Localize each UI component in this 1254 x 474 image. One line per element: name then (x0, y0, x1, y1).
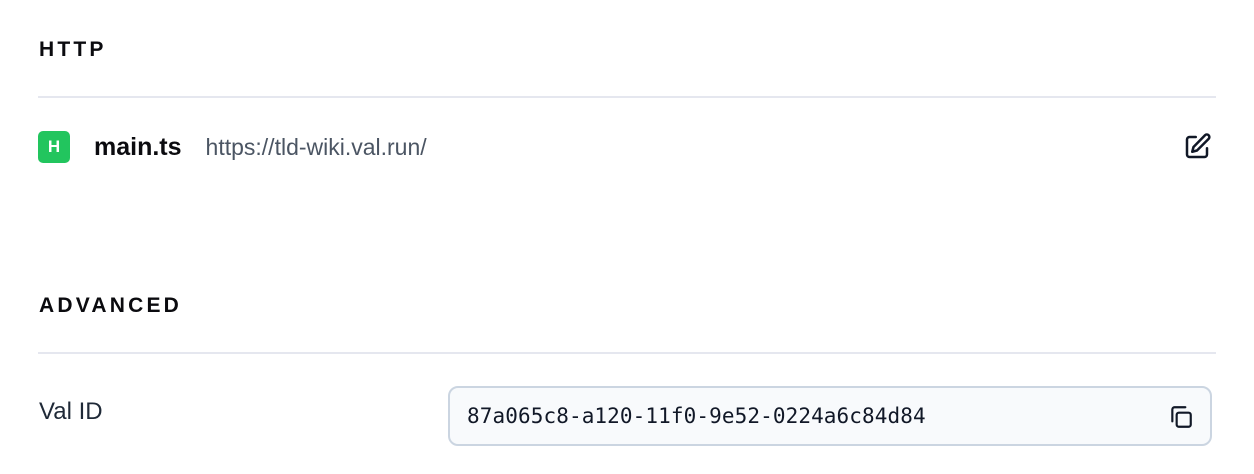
settings-page: HTTP H main.ts https://tld-wiki.val.run/… (0, 0, 1254, 474)
http-divider (38, 96, 1216, 98)
advanced-section-heading: ADVANCED (39, 294, 183, 317)
advanced-divider (38, 352, 1216, 354)
http-badge: H (38, 131, 70, 163)
http-section-heading: HTTP (39, 38, 107, 61)
val-id-label: Val ID (39, 398, 103, 425)
edit-button[interactable] (1178, 128, 1216, 166)
val-id-value[interactable]: 87a065c8-a120-11f0-9e52-0224a6c84d84 (467, 404, 926, 428)
file-name[interactable]: main.ts (94, 133, 182, 162)
endpoint-url-link[interactable]: https://tld-wiki.val.run/ (206, 134, 427, 161)
http-endpoint-row: H main.ts https://tld-wiki.val.run/ (38, 128, 1216, 166)
val-id-field[interactable]: 87a065c8-a120-11f0-9e52-0224a6c84d84 (448, 386, 1212, 446)
copy-icon (1171, 406, 1192, 428)
copy-button[interactable] (1166, 402, 1196, 432)
edit-icon (1185, 133, 1211, 159)
